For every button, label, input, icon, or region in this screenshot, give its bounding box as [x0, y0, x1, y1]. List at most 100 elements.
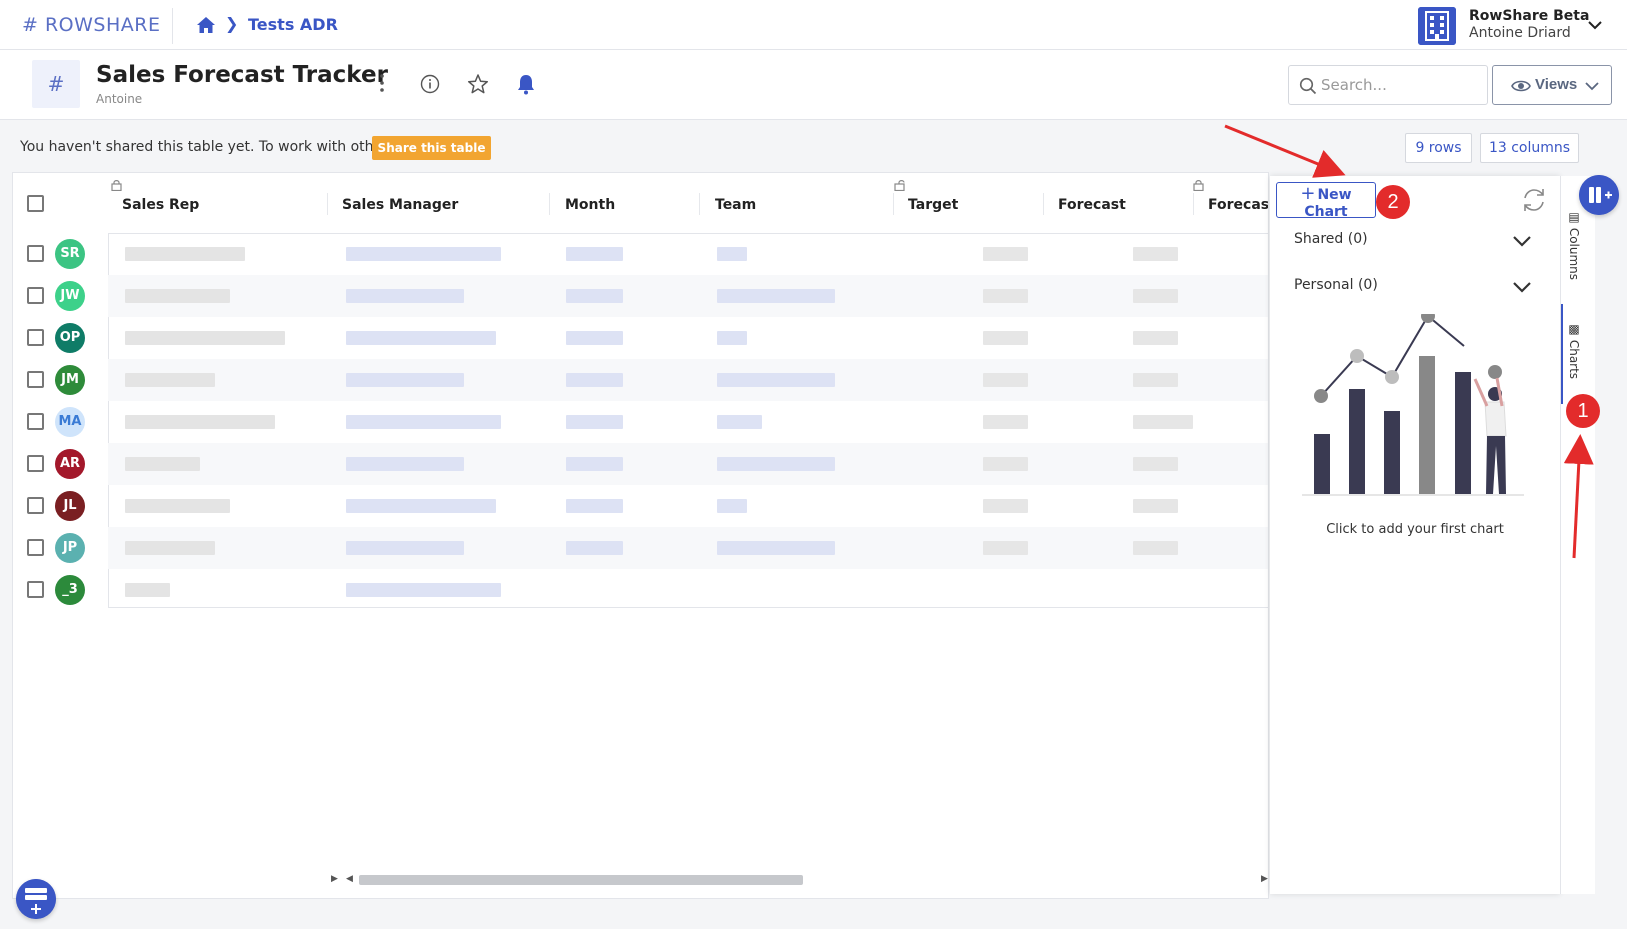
new-chart-button[interactable]: + New Chart [1276, 182, 1376, 220]
scroll-right-icon[interactable]: ▶ [1261, 874, 1268, 884]
table-cell[interactable] [125, 583, 170, 597]
table-cell[interactable] [717, 247, 747, 261]
row-checkbox[interactable] [27, 455, 44, 472]
views-button[interactable]: Views [1492, 65, 1612, 105]
table-cell[interactable] [125, 289, 230, 303]
table-cell[interactable] [717, 541, 835, 555]
row-avatar[interactable]: JW [55, 281, 85, 311]
table-cell[interactable] [1133, 499, 1178, 513]
table-cell[interactable] [983, 415, 1028, 429]
row-avatar[interactable]: AR [55, 449, 85, 479]
table-cell[interactable] [1133, 541, 1178, 555]
table-cell[interactable] [125, 415, 275, 429]
chevron-down-icon[interactable] [1512, 280, 1532, 294]
table-cell[interactable] [983, 499, 1028, 513]
table-cell[interactable] [983, 331, 1028, 345]
row-checkbox[interactable] [27, 245, 44, 262]
breadcrumb-folder[interactable]: Tests ADR [248, 15, 338, 34]
column-separator[interactable] [893, 193, 894, 215]
chevron-down-icon[interactable] [1588, 18, 1602, 32]
table-cell[interactable] [346, 415, 501, 429]
table-cell[interactable] [566, 457, 623, 471]
table-cell[interactable] [125, 247, 245, 261]
scroll-right-icon[interactable]: ▶ [331, 874, 338, 884]
row-checkbox[interactable] [27, 371, 44, 388]
table-cell[interactable] [983, 457, 1028, 471]
scrollbar-thumb[interactable] [359, 875, 803, 885]
table-cell[interactable] [125, 457, 200, 471]
row-avatar[interactable]: JM [55, 365, 85, 395]
table-cell[interactable] [717, 331, 747, 345]
table-cell[interactable] [566, 289, 623, 303]
table-cell[interactable] [125, 541, 215, 555]
user-name[interactable]: Antoine Driard [1469, 25, 1571, 41]
table-cell[interactable] [1133, 247, 1178, 261]
table-cell[interactable] [346, 499, 496, 513]
row-avatar[interactable]: _3 [55, 575, 85, 605]
column-separator[interactable] [327, 193, 328, 215]
table-cell[interactable] [717, 457, 835, 471]
table-cell[interactable] [1133, 373, 1178, 387]
row-avatar[interactable]: MA [55, 407, 85, 437]
table-cell[interactable] [566, 331, 623, 345]
table-cell[interactable] [1133, 331, 1178, 345]
table-cell[interactable] [983, 541, 1028, 555]
row-checkbox[interactable] [27, 287, 44, 304]
row-avatar[interactable]: SR [55, 239, 85, 269]
column-header-sales-manager[interactable]: Sales Manager [342, 197, 458, 213]
share-table-button[interactable]: Share this table [372, 136, 491, 160]
table-cell[interactable] [346, 373, 464, 387]
row-checkbox[interactable] [27, 497, 44, 514]
info-icon[interactable] [420, 74, 440, 94]
row-avatar[interactable]: JL [55, 491, 85, 521]
table-cell[interactable] [346, 247, 501, 261]
toggle-panel-button[interactable] [1579, 175, 1619, 215]
table-cell[interactable] [717, 499, 747, 513]
search-input[interactable] [1321, 74, 1481, 96]
table-cell[interactable] [566, 415, 623, 429]
table-cell[interactable] [566, 373, 623, 387]
row-checkbox[interactable] [27, 413, 44, 430]
column-separator[interactable] [699, 193, 700, 215]
table-cell[interactable] [983, 289, 1028, 303]
row-checkbox[interactable] [27, 329, 44, 346]
rows-count-button[interactable]: 9 rows [1405, 133, 1472, 163]
page-title[interactable]: Sales Forecast Tracker [96, 62, 388, 88]
table-cell[interactable] [983, 373, 1028, 387]
table-cell[interactable] [983, 247, 1028, 261]
row-checkbox[interactable] [27, 581, 44, 598]
table-cell[interactable] [1133, 457, 1178, 471]
empty-charts-message[interactable]: Click to add your first chart [1270, 522, 1560, 537]
column-header-team[interactable]: Team [715, 197, 756, 213]
table-cell[interactable] [346, 331, 496, 345]
table-cell[interactable] [346, 583, 501, 597]
table-cell[interactable] [566, 541, 623, 555]
table-cell[interactable] [1133, 415, 1193, 429]
refresh-icon[interactable] [1520, 186, 1548, 214]
chevron-down-icon[interactable] [1512, 234, 1532, 248]
star-icon[interactable] [467, 73, 489, 95]
table-cell[interactable] [125, 499, 230, 513]
table-cell[interactable] [1133, 289, 1178, 303]
tab-columns[interactable]: ▤ Columns [1567, 210, 1581, 280]
column-header-month[interactable]: Month [565, 197, 615, 213]
empty-charts-illustration-icon[interactable] [1292, 314, 1532, 514]
row-avatar[interactable]: OP [55, 323, 85, 353]
tab-charts[interactable]: ▩ Charts [1567, 322, 1581, 379]
scroll-left-icon[interactable]: ◀ [346, 874, 353, 884]
column-header-target[interactable]: Target [908, 197, 958, 213]
row-avatar[interactable]: JP [55, 533, 85, 563]
row-checkbox[interactable] [27, 539, 44, 556]
column-separator[interactable] [1193, 193, 1194, 215]
building-icon[interactable] [1418, 7, 1456, 45]
table-cell[interactable] [566, 499, 623, 513]
column-separator[interactable] [549, 193, 550, 215]
select-all-checkbox[interactable] [27, 195, 44, 212]
columns-count-button[interactable]: 13 columns [1480, 133, 1579, 163]
shared-charts-section[interactable]: Shared (0) [1294, 231, 1368, 247]
table-cell[interactable] [717, 289, 835, 303]
column-header-sales-rep[interactable]: Sales Rep [122, 197, 199, 213]
column-separator[interactable] [1043, 193, 1044, 215]
horizontal-scrollbar[interactable]: ▶ ◀ ▶ [313, 873, 1268, 887]
table-cell[interactable] [566, 247, 623, 261]
